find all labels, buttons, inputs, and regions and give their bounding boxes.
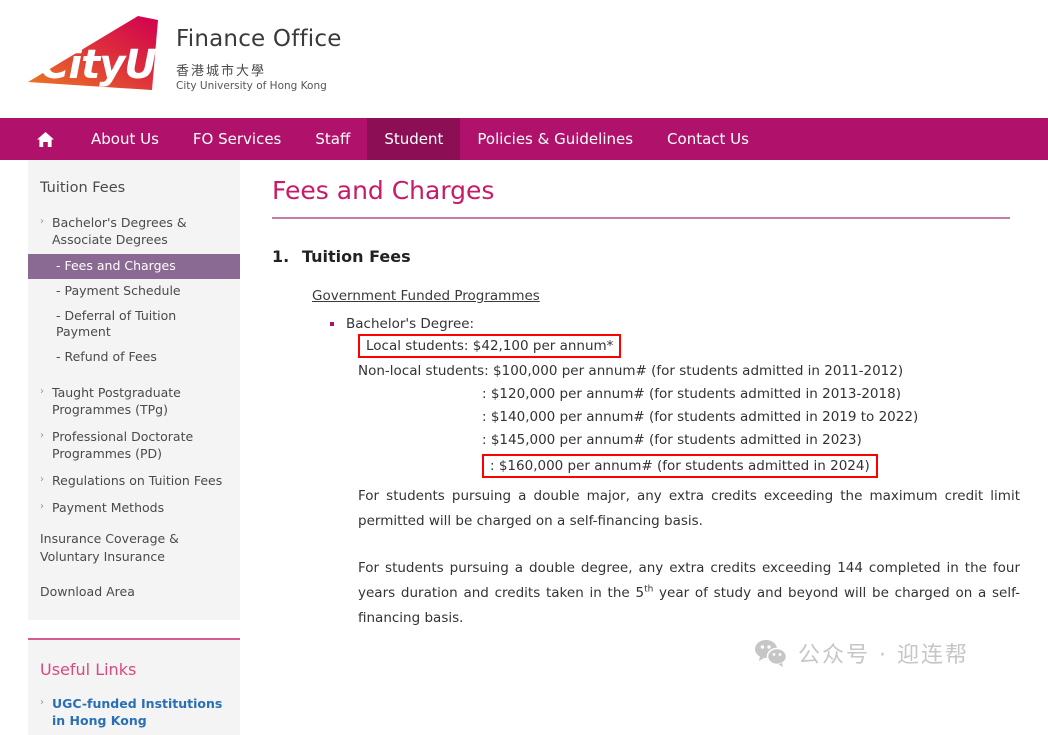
section-heading-tuition-fees: 1. Tuition Fees [272, 247, 1024, 266]
nav-item-contact-us[interactable]: Contact Us [650, 118, 766, 160]
paragraph-double-major: For students pursuing a double major, an… [358, 488, 1020, 530]
home-icon [37, 131, 54, 147]
sidebar-item-label: Payment Methods [52, 499, 165, 515]
sidebar-item-download-area[interactable]: Download Area [28, 574, 240, 610]
chevron-right-icon: › [40, 696, 44, 708]
sidebar-item-payment-methods[interactable]: › Payment Methods [28, 495, 240, 522]
watermark-text: 公众号 · 迎连帮 [798, 643, 969, 668]
site-header: CityU Finance Office 香港城市大學 City Univers… [0, 0, 1048, 118]
main-navigation: About Us FO Services Staff Student Polic… [0, 118, 1048, 160]
fee-line-nonlocal-2019-2022: : $140,000 per annum# (for students admi… [482, 409, 919, 426]
useful-links-heading: Useful Links [40, 659, 137, 679]
sidebar-item-insurance-coverage[interactable]: Insurance Coverage & Voluntary Insurance [28, 521, 240, 574]
main-content: Fees and Charges 1. Tuition Fees Governm… [272, 176, 1024, 631]
tuition-fees-body: Government Funded Programmes Bachelor's … [272, 288, 1024, 631]
fee-line-nonlocal-2011-2012: Non-local students: $100,000 per annum# … [358, 363, 904, 380]
sidebar-item-label: Regulations on Tuition Fees [52, 472, 223, 488]
title-divider [272, 217, 1010, 219]
sidebar-item-label: Professional Doctorate Programmes (PD) [52, 428, 194, 461]
nav-item-staff[interactable]: Staff [298, 118, 367, 160]
sidebar-item-regulations-on-tuition-fees[interactable]: › Regulations on Tuition Fees [28, 468, 240, 495]
paragraph-double-degree: For students pursuing a double degree, a… [312, 556, 1024, 631]
chevron-right-icon: › [40, 429, 44, 441]
programme-heading: Government Funded Programmes [312, 288, 540, 304]
section-title: Tuition Fees [302, 247, 411, 266]
page-title: Fees and Charges [272, 176, 495, 205]
sidebar-tuition-panel: Tuition Fees › Bachelor's Degrees & Asso… [28, 160, 240, 620]
chevron-right-icon: › [40, 216, 44, 227]
office-name: Finance Office [176, 26, 342, 52]
sidebar-item-taught-postgraduate[interactable]: › Taught Postgraduate Programmes (TPg) [28, 380, 240, 424]
useful-link-ugc-funded-institutions[interactable]: › UGC-funded Institutions in Hong Kong [28, 691, 240, 735]
fee-line-nonlocal-2013-2018: : $120,000 per annum# (for students admi… [482, 386, 901, 403]
chevron-right-icon: › [40, 473, 44, 485]
nav-item-home[interactable] [0, 118, 74, 160]
square-bullet-icon [330, 322, 334, 326]
sidebar-heading: Tuition Fees [40, 180, 126, 196]
sidebar-item-deferral-of-tuition-payment[interactable]: - Deferral of Tuition Payment [28, 304, 240, 346]
sidebar-item-bachelors-degrees[interactable]: › Bachelor's Degrees & Associate Degrees [28, 210, 240, 254]
fee-lines-list: Local students: $42,100 per annum* Non-l… [312, 332, 1024, 480]
useful-links-panel: Useful Links › UGC-funded Institutions i… [28, 637, 240, 735]
ordinal-suffix: th [644, 584, 654, 595]
university-name-en: City University of Hong Kong [176, 80, 327, 92]
chevron-right-icon: › [40, 500, 44, 512]
degree-label: Bachelor's Degree: [346, 316, 475, 332]
sidebar-item-fees-and-charges[interactable]: - Fees and Charges [28, 253, 240, 279]
useful-link-label: UGC-funded Institutions in Hong Kong [52, 695, 223, 728]
university-name-zh: 香港城市大學 [176, 64, 267, 79]
sidebar-item-payment-schedule[interactable]: - Payment Schedule [28, 279, 240, 304]
sidebar-item-refund-of-fees[interactable]: - Refund of Fees [28, 345, 240, 370]
fee-line-nonlocal-2023: : $145,000 per annum# (for students admi… [482, 431, 862, 448]
section-number: 1. [272, 247, 290, 266]
wechat-watermark: 公众号 · 迎连帮 [754, 637, 969, 669]
header-titles: Finance Office 香港城市大學 City University of… [176, 26, 342, 92]
degree-label-row: Bachelor's Degree: [312, 316, 1024, 332]
wechat-icon [755, 640, 788, 667]
nav-item-fo-services[interactable]: FO Services [176, 118, 298, 160]
sidebar-item-label: Bachelor's Degrees & Associate Degrees [52, 215, 187, 247]
sidebar-item-label: Taught Postgraduate Programmes (TPg) [52, 385, 181, 417]
nav-item-about-us[interactable]: About Us [74, 118, 176, 160]
sidebar-bottom-spacer [28, 610, 240, 620]
cityu-logo[interactable]: CityU [22, 12, 166, 98]
fee-line-nonlocal-2024: : $160,000 per annum# (for students admi… [482, 453, 878, 479]
chevron-right-icon: › [40, 386, 44, 398]
sidebar: Tuition Fees › Bachelor's Degrees & Asso… [28, 160, 240, 735]
fee-line-local-students: Local students: $42,100 per annum* [358, 334, 622, 359]
cityu-logo-wordmark: CityU [40, 42, 157, 88]
nav-item-student[interactable]: Student [367, 118, 461, 160]
nav-item-policies-guidelines[interactable]: Policies & Guidelines [460, 118, 650, 160]
sidebar-item-professional-doctorate[interactable]: › Professional Doctorate Programmes (PD) [28, 424, 240, 468]
